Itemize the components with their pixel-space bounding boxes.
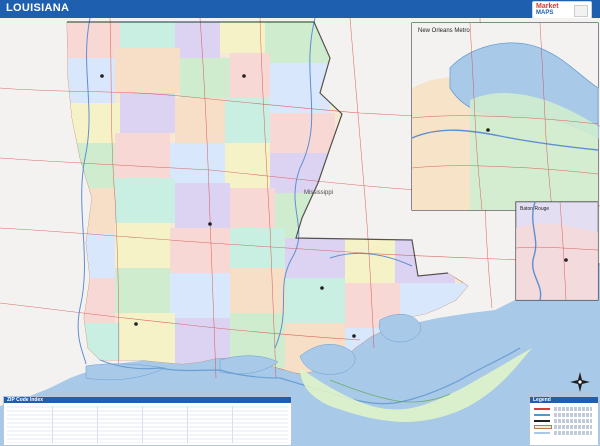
logo-line2: MAPS: [536, 10, 554, 16]
inset-baton-rouge-title: Baton Rouge: [520, 206, 549, 212]
legend-text: [554, 425, 592, 429]
zip-index-title: ZIP Code Index: [4, 397, 291, 403]
state-label-mississippi: Mississippi: [304, 190, 333, 196]
legend-swatch-river: [534, 414, 550, 416]
legend-row: [534, 413, 594, 417]
legend-text: [554, 413, 592, 417]
compass-rose-icon: [570, 372, 590, 392]
page-title: LOUISIANA: [6, 2, 70, 14]
logo-line1: Market: [536, 3, 559, 10]
map-legend: Legend: [529, 396, 599, 446]
legend-swatch-water: [534, 432, 550, 434]
logo-flag-icon: [574, 5, 588, 17]
legend-text: [554, 407, 592, 411]
legend-row: [534, 425, 594, 429]
inset-new-orleans-title: New Orleans Metro: [418, 28, 470, 34]
legend-swatch-road: [534, 408, 550, 410]
title-bar: LOUISIANA Market MAPS: [0, 0, 600, 19]
legend-swatch-border: [534, 420, 550, 422]
zip-index-grid: [7, 406, 288, 443]
zip-index-table: ZIP Code Index: [3, 396, 292, 446]
louisiana-map[interactable]: New Orleans Metro Baton Rouge Mississipp…: [0, 18, 600, 446]
inset-new-orleans[interactable]: New Orleans Metro: [411, 22, 599, 211]
legend-swatch-parish: [534, 425, 552, 429]
legend-text: [554, 419, 592, 423]
inset-baton-rouge[interactable]: Baton Rouge: [515, 201, 599, 301]
legend-row: [534, 419, 594, 423]
legend-row: [534, 431, 594, 435]
legend-title: Legend: [530, 397, 598, 403]
legend-row: [534, 407, 594, 411]
legend-text: [554, 431, 592, 435]
brand-logo: Market MAPS: [532, 1, 592, 19]
map-window: LOUISIANA Market MAPS New Orleans Metro …: [0, 0, 600, 446]
